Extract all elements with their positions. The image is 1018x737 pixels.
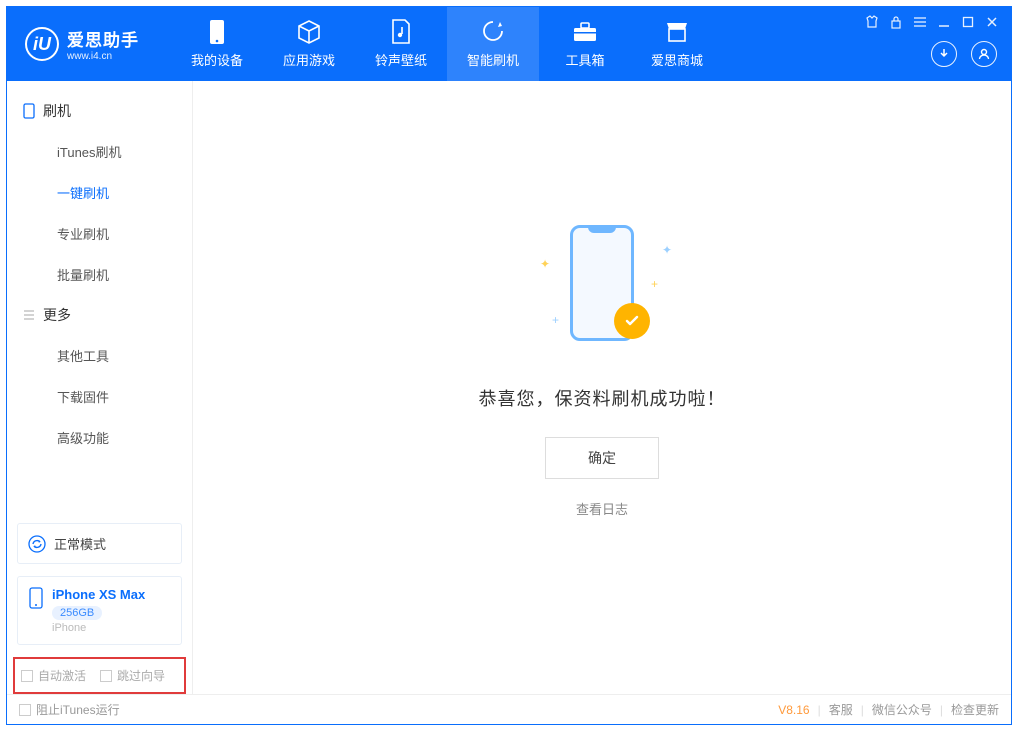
sidebar-item-oneclick-flash[interactable]: 一键刷机 [7,172,192,213]
checkbox-block-itunes[interactable]: 阻止iTunes运行 [19,701,120,718]
tab-label: 铃声壁纸 [375,50,427,69]
header-actions [931,41,997,67]
tab-my-device[interactable]: 我的设备 [171,7,263,81]
tab-label: 智能刷机 [467,50,519,69]
header-bar: iU 爱思助手 www.i4.cn 我的设备 应用游戏 [7,7,1011,81]
options-row: 自动激活 跳过向导 [13,657,186,694]
device-box[interactable]: iPhone XS Max 256GB iPhone [17,576,182,645]
user-icon[interactable] [971,41,997,67]
tab-label: 应用游戏 [283,50,335,69]
mode-box[interactable]: 正常模式 [17,523,182,564]
close-icon[interactable] [985,15,999,29]
ok-button[interactable]: 确定 [545,437,659,479]
sidebar-item-batch-flash[interactable]: 批量刷机 [7,254,192,295]
sidebar-item-other-tools[interactable]: 其他工具 [7,335,192,376]
tab-toolbox[interactable]: 工具箱 [539,7,631,81]
nav-tabs: 我的设备 应用游戏 铃声壁纸 智能刷机 [171,7,723,81]
device-type: iPhone [52,622,145,634]
footer-link-update[interactable]: 检查更新 [951,701,999,718]
download-icon[interactable] [931,41,957,67]
tab-smart-flash[interactable]: 智能刷机 [447,7,539,81]
sidebar-item-pro-flash[interactable]: 专业刷机 [7,213,192,254]
checkbox-skip-guide[interactable]: 跳过向导 [100,667,165,684]
sidebar-item-advanced[interactable]: 高级功能 [7,417,192,458]
phone-icon [204,19,230,45]
brand-subtitle: www.i4.cn [67,51,139,62]
logo-icon: iU [25,27,59,61]
phone-small-icon [23,103,35,119]
minimize-icon[interactable] [937,15,951,29]
logo-area: iU 爱思助手 www.i4.cn [7,26,157,62]
checkbox-auto-activate[interactable]: 自动激活 [21,667,86,684]
view-log-link[interactable]: 查看日志 [576,499,628,518]
music-file-icon [388,19,414,45]
cube-icon [296,19,322,45]
list-icon [23,309,35,321]
sidebar: 刷机 iTunes刷机 一键刷机 专业刷机 批量刷机 更多 其他工具 下载固件 … [7,81,193,694]
tab-label: 我的设备 [191,50,243,69]
maximize-icon[interactable] [961,15,975,29]
refresh-shield-icon [480,19,506,45]
device-icon [28,587,44,609]
sidebar-item-download-firmware[interactable]: 下载固件 [7,376,192,417]
window-controls [865,15,999,29]
device-name: iPhone XS Max [52,587,145,602]
sidebar-item-itunes-flash[interactable]: iTunes刷机 [7,131,192,172]
footer-link-wechat[interactable]: 微信公众号 [872,701,932,718]
brand-title: 爱思助手 [67,26,139,51]
shirt-icon[interactable] [865,15,879,29]
menu-icon[interactable] [913,15,927,29]
footer-link-support[interactable]: 客服 [829,701,853,718]
tab-apps-games[interactable]: 应用游戏 [263,7,355,81]
toolbox-icon [572,19,598,45]
sync-icon [28,535,46,553]
body: 刷机 iTunes刷机 一键刷机 专业刷机 批量刷机 更多 其他工具 下载固件 … [7,81,1011,694]
tab-label: 爱思商城 [651,50,703,69]
tab-ringtones-wallpapers[interactable]: 铃声壁纸 [355,7,447,81]
main-area: ✦ + ✦ + 恭喜您，保资料刷机成功啦！ 确定 查看日志 [193,81,1011,694]
tab-label: 工具箱 [565,50,604,69]
success-message: 恭喜您，保资料刷机成功啦！ [479,385,726,411]
shop-icon [664,19,690,45]
sidebar-group-flash: 刷机 [7,91,192,131]
app-window: iU 爱思助手 www.i4.cn 我的设备 应用游戏 [6,6,1012,725]
success-illustration: ✦ + ✦ + [522,217,682,367]
success-check-icon [614,303,650,339]
sidebar-group-more: 更多 [7,295,192,335]
version-label: V8.16 [778,703,809,717]
device-capacity: 256GB [52,606,102,620]
tab-store[interactable]: 爱思商城 [631,7,723,81]
lock-icon[interactable] [889,15,903,29]
footer-bar: 阻止iTunes运行 V8.16 | 客服 | 微信公众号 | 检查更新 [7,694,1011,724]
